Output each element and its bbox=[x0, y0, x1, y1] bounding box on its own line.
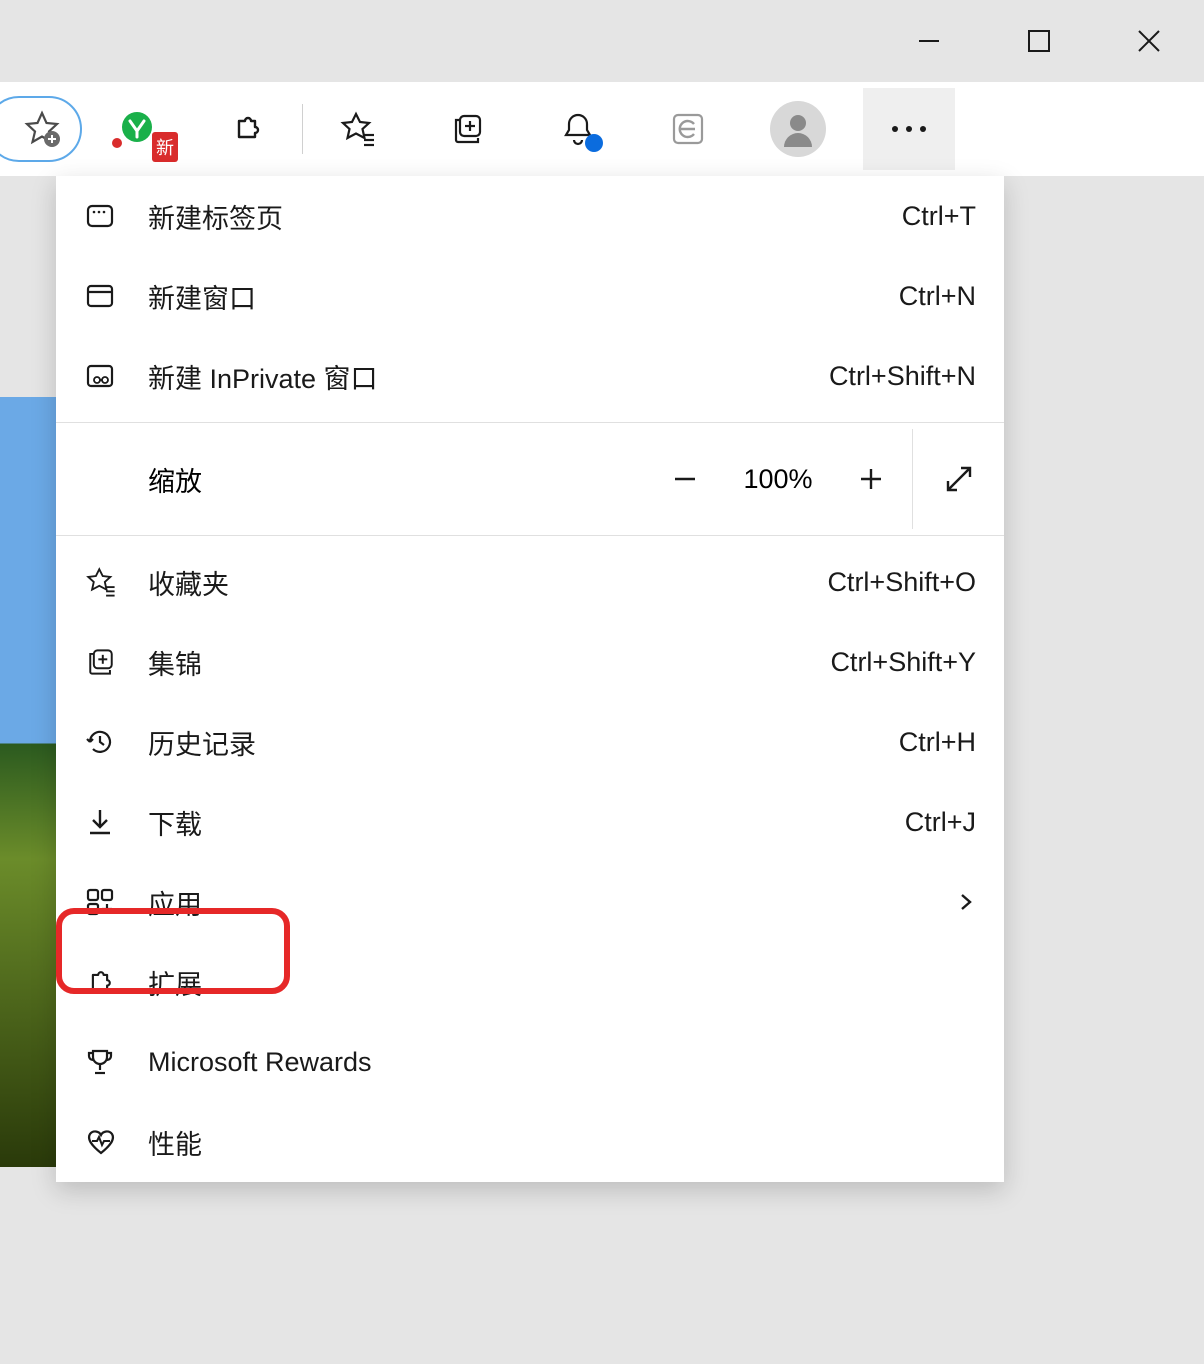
menu-collections[interactable]: 集锦 Ctrl+Shift+Y bbox=[56, 622, 1004, 702]
browser-toolbar: 新 bbox=[0, 82, 1204, 176]
star-list-icon bbox=[84, 565, 148, 599]
minimize-button[interactable] bbox=[874, 0, 984, 82]
menu-shortcut: Ctrl+N bbox=[899, 281, 976, 312]
menu-favorites[interactable]: 收藏夹 Ctrl+Shift+O bbox=[56, 542, 1004, 622]
collections-icon bbox=[449, 110, 487, 148]
notification-dot-icon bbox=[585, 134, 603, 152]
zoom-value: 100% bbox=[726, 464, 830, 495]
collections-button[interactable] bbox=[413, 82, 523, 176]
history-icon bbox=[84, 726, 148, 758]
apps-icon bbox=[84, 886, 148, 918]
inprivate-icon bbox=[84, 360, 148, 392]
plus-icon bbox=[857, 465, 885, 493]
menu-item-label: 集锦 bbox=[148, 643, 830, 682]
menu-new-inprivate[interactable]: 新建 InPrivate 窗口 Ctrl+Shift+N bbox=[56, 336, 1004, 416]
menu-item-label: 历史记录 bbox=[148, 723, 899, 762]
menu-item-label: 新建 InPrivate 窗口 bbox=[148, 357, 829, 396]
menu-rewards[interactable]: Microsoft Rewards bbox=[56, 1022, 1004, 1102]
window-icon bbox=[84, 280, 148, 312]
notifications-button[interactable] bbox=[523, 82, 633, 176]
menu-item-label: 应用 bbox=[148, 883, 956, 922]
menu-separator bbox=[56, 422, 1004, 423]
menu-shortcut: Ctrl+Shift+Y bbox=[830, 647, 976, 678]
heartbeat-icon bbox=[84, 1125, 148, 1159]
menu-extensions[interactable]: 扩展 bbox=[56, 942, 1004, 1022]
menu-item-label: 新建窗口 bbox=[148, 277, 899, 316]
menu-downloads[interactable]: 下载 Ctrl+J bbox=[56, 782, 1004, 862]
collections-icon bbox=[84, 645, 148, 679]
extensions-button[interactable] bbox=[192, 82, 302, 176]
menu-shortcut: Ctrl+H bbox=[899, 727, 976, 758]
ie-mode-icon bbox=[670, 111, 706, 147]
menu-zoom: 缩放 100% bbox=[56, 429, 1004, 529]
menu-shortcut: Ctrl+T bbox=[902, 201, 976, 232]
menu-item-label: 扩展 bbox=[148, 963, 976, 1002]
menu-separator bbox=[56, 535, 1004, 536]
maximize-icon bbox=[1026, 28, 1052, 54]
menu-new-window[interactable]: 新建窗口 Ctrl+N bbox=[56, 256, 1004, 336]
minimize-icon bbox=[915, 27, 943, 55]
download-icon bbox=[84, 806, 148, 838]
favorites-bar-button[interactable] bbox=[303, 82, 413, 176]
menu-new-tab[interactable]: 新建标签页 Ctrl+T bbox=[56, 176, 1004, 256]
youdao-icon bbox=[117, 109, 157, 149]
trophy-icon bbox=[84, 1046, 148, 1078]
new-badge: 新 bbox=[152, 132, 178, 162]
menu-item-label: 新建标签页 bbox=[148, 197, 902, 236]
menu-history[interactable]: 历史记录 Ctrl+H bbox=[56, 702, 1004, 782]
fullscreen-button[interactable] bbox=[912, 429, 1004, 529]
more-icon bbox=[889, 124, 929, 134]
avatar-icon bbox=[770, 101, 826, 157]
add-favorite-button[interactable] bbox=[0, 96, 82, 162]
menu-item-label: Microsoft Rewards bbox=[148, 1047, 976, 1078]
page-content-sliver bbox=[0, 397, 56, 1167]
star-add-icon bbox=[22, 109, 62, 149]
star-list-icon bbox=[338, 109, 378, 149]
close-icon bbox=[1134, 26, 1164, 56]
settings-menu: 新建标签页 Ctrl+T 新建窗口 Ctrl+N 新建 InPrivate 窗口… bbox=[56, 176, 1004, 1182]
puzzle-icon bbox=[229, 111, 265, 147]
menu-shortcut: Ctrl+J bbox=[905, 807, 976, 838]
menu-shortcut: Ctrl+Shift+N bbox=[829, 361, 976, 392]
zoom-in-button[interactable] bbox=[830, 429, 912, 529]
menu-shortcut: Ctrl+Shift+O bbox=[827, 567, 976, 598]
menu-item-label: 下载 bbox=[148, 803, 905, 842]
zoom-out-button[interactable] bbox=[644, 429, 726, 529]
extension-youdao-button[interactable]: 新 bbox=[82, 82, 192, 176]
menu-performance[interactable]: 性能 bbox=[56, 1102, 1004, 1182]
profile-button[interactable] bbox=[743, 82, 853, 176]
fullscreen-icon bbox=[944, 464, 974, 494]
new-tab-icon bbox=[84, 200, 148, 232]
close-button[interactable] bbox=[1094, 0, 1204, 82]
menu-item-label: 性能 bbox=[148, 1123, 976, 1162]
menu-item-label: 收藏夹 bbox=[148, 563, 827, 602]
chevron-right-icon bbox=[956, 892, 976, 912]
maximize-button[interactable] bbox=[984, 0, 1094, 82]
puzzle-icon bbox=[84, 966, 148, 998]
menu-apps[interactable]: 应用 bbox=[56, 862, 1004, 942]
settings-more-button[interactable] bbox=[863, 88, 955, 170]
notification-dot-icon bbox=[112, 138, 122, 148]
window-titlebar bbox=[0, 0, 1204, 82]
minus-icon bbox=[671, 465, 699, 493]
zoom-label: 缩放 bbox=[148, 460, 644, 499]
ie-mode-button[interactable] bbox=[633, 82, 743, 176]
